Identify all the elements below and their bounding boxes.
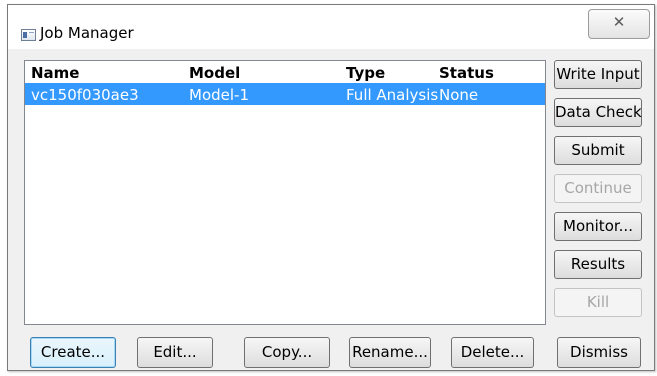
create-button[interactable]: Create...	[30, 337, 116, 368]
copy-button[interactable]: Copy...	[244, 337, 330, 368]
job-model-cell: Model-1	[189, 86, 249, 104]
column-header-name[interactable]: Name	[31, 64, 181, 82]
dismiss-button[interactable]: Dismiss	[557, 337, 641, 368]
results-button[interactable]: Results	[554, 250, 642, 279]
column-header-model[interactable]: Model	[189, 64, 339, 82]
jobs-list[interactable]: Name Model Type Status vc150f030ae3 Mode…	[24, 60, 546, 325]
data-check-button[interactable]: Data Check	[554, 98, 642, 127]
window-app-icon	[21, 29, 36, 41]
close-icon: ✕	[612, 13, 626, 31]
rename-button[interactable]: Rename...	[349, 337, 431, 368]
continue-button[interactable]: Continue	[554, 174, 642, 203]
job-type-cell: Full Analysis	[346, 86, 439, 104]
jobs-list-header: Name Model Type Status	[25, 61, 545, 83]
kill-button[interactable]: Kill	[554, 288, 642, 317]
column-header-status[interactable]: Status	[439, 64, 539, 82]
write-input-button[interactable]: Write Input	[554, 60, 642, 89]
title-bar[interactable]: Job Manager ✕	[8, 5, 654, 49]
close-button[interactable]: ✕	[588, 9, 650, 39]
edit-button[interactable]: Edit...	[137, 337, 213, 368]
window-title: Job Manager	[40, 24, 134, 42]
job-status-cell: None	[439, 86, 479, 104]
column-header-type[interactable]: Type	[346, 64, 439, 82]
job-row[interactable]: vc150f030ae3 Model-1 Full Analysis None	[25, 83, 545, 105]
submit-button[interactable]: Submit	[554, 136, 642, 165]
job-name-cell: vc150f030ae3	[31, 86, 139, 104]
monitor-button[interactable]: Monitor...	[554, 212, 642, 241]
delete-button[interactable]: Delete...	[451, 337, 534, 368]
job-manager-window: Job Manager ✕ Name Model Type Status vc1…	[7, 4, 655, 371]
